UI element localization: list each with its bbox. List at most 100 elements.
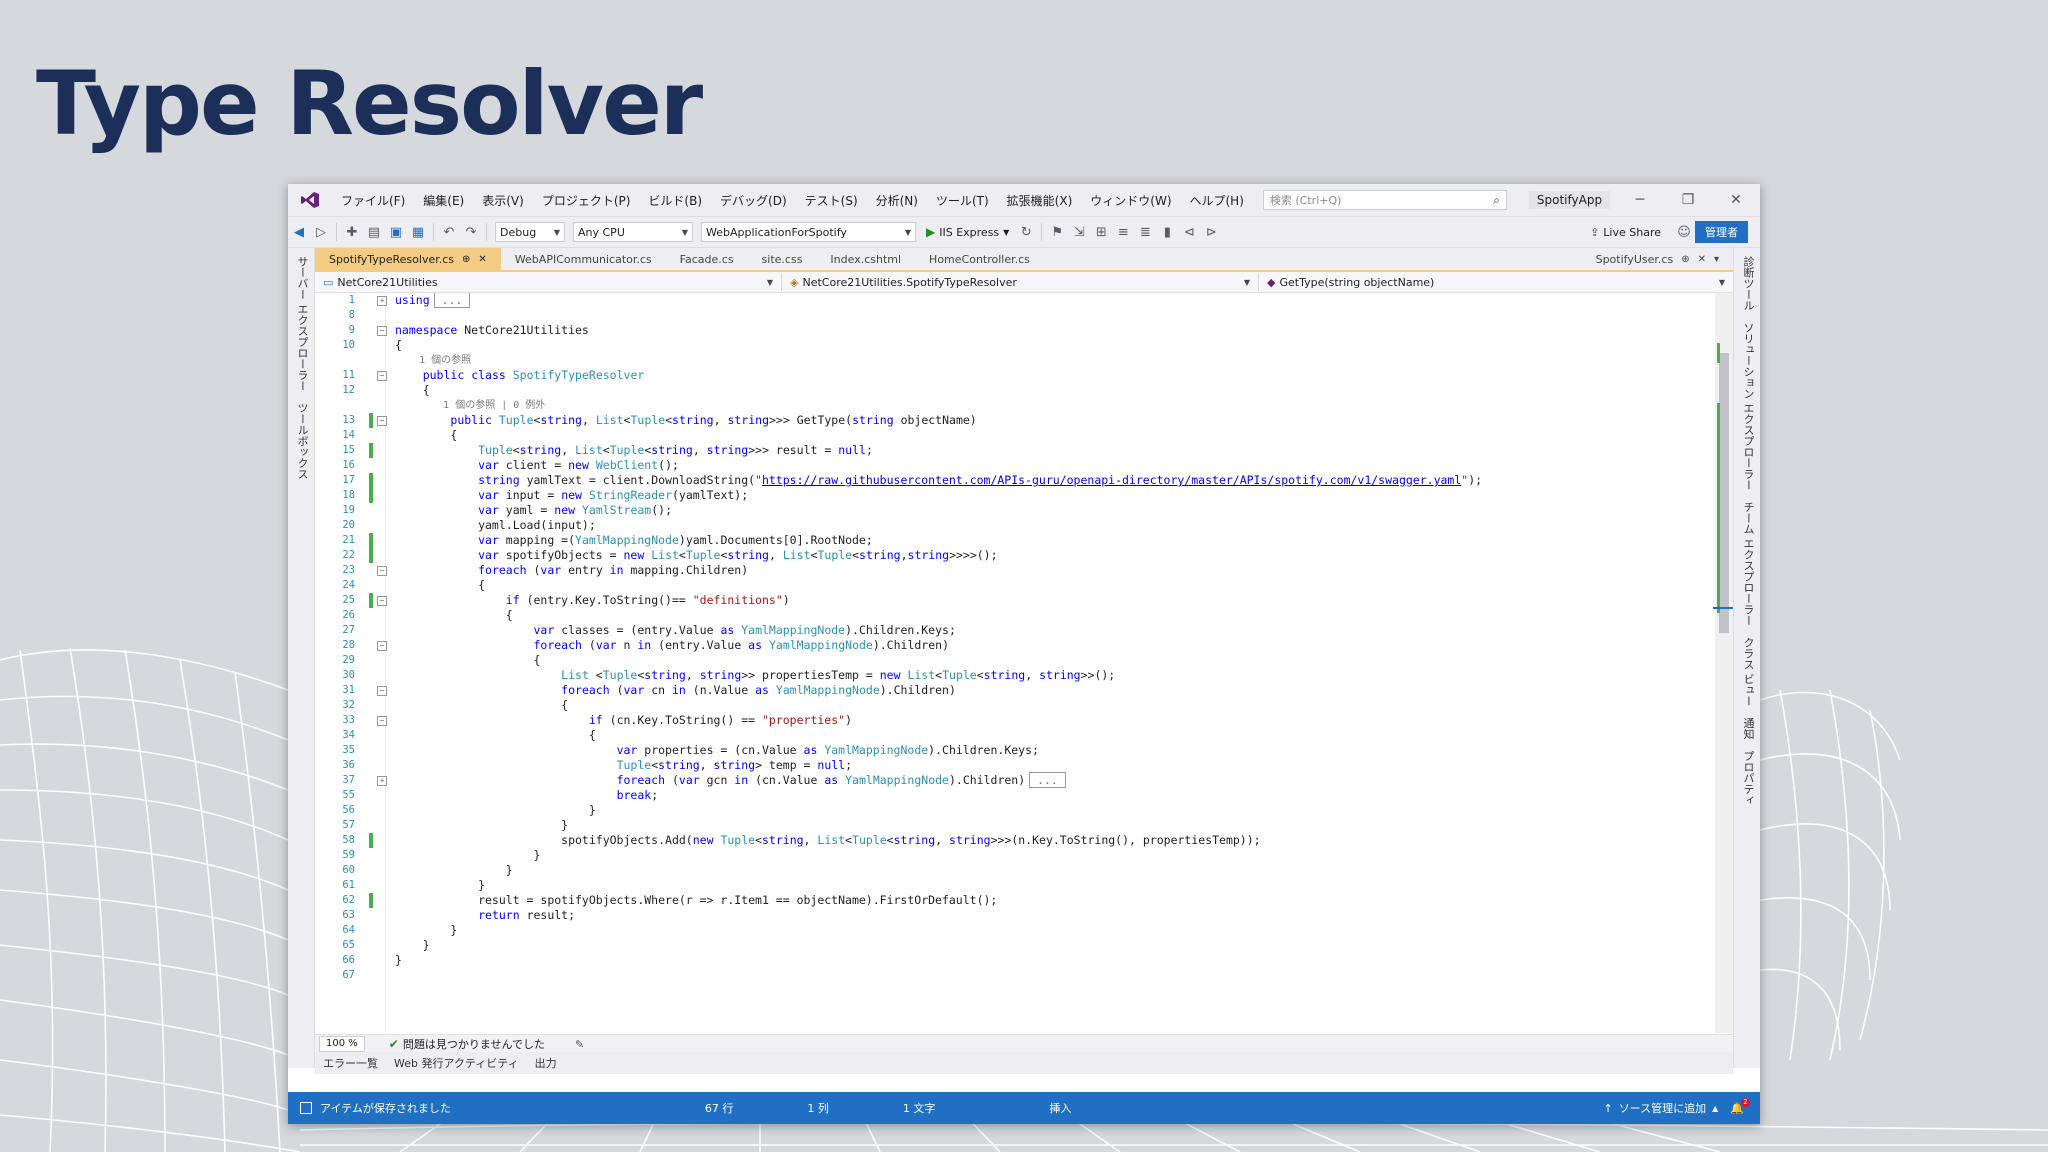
code-line[interactable]: 33 − if (cn.Key.ToString() == "properties… [342,713,1713,728]
step-icon[interactable]: ⇲ [1068,225,1090,240]
menu-item[interactable]: プロジェクト(P) [533,192,640,209]
code-line[interactable]: 37 + foreach (var gcn in (cn.Value as Yam… [342,772,1713,788]
code-editor[interactable]: 1 + using ... 8 9− namespace NetCore21Utilit… [315,293,1733,1033]
startup-project-dropdown[interactable]: WebApplicationForSpotify ▼ [701,222,916,242]
collapse-region-icon[interactable]: − [377,716,387,726]
expand-region-icon[interactable]: + [377,296,387,306]
bottom-tool-tab[interactable]: 出力 [527,1055,565,1071]
layout-icon[interactable]: ⊞ [1090,225,1112,240]
document-tab[interactable]: WebAPICommunicator.cs [501,248,666,270]
bottom-tool-tab[interactable]: Web 発行アクティビティ [386,1055,527,1071]
code-line[interactable]: 9 − namespace NetCore21Utilities [349,323,1713,338]
run-button[interactable]: ▶ IIS Express ▼ [926,225,1009,239]
live-share-button[interactable]: ⇪ Live Share [1590,226,1661,239]
code-line[interactable]: 36 Tuple<string, string> temp = null; [342,758,1713,773]
document-tab[interactable]: Facade.cs [666,248,748,270]
code-line[interactable]: 28 − foreach (var n in (entry.Value as Ya… [342,638,1713,653]
save-icon[interactable]: ▣ [385,225,407,240]
code-line[interactable]: 1 + using ... [349,293,1713,308]
pin-icon[interactable]: ⊕ [1681,254,1689,265]
code-line[interactable]: 1 個の参照 [385,353,1713,368]
code-line[interactable]: 61 } [342,878,1713,893]
zoom-dropdown[interactable]: 100 % [319,1036,365,1052]
right-rail-tabs[interactable]: 診断ツール ソリューション エクスプローラー チーム エクスプローラー クラス … [1734,248,1762,814]
code-line[interactable]: 16 var client = new WebClient(); [342,458,1713,473]
next-bookmark-icon[interactable]: ⊳ [1200,225,1222,240]
issues-text[interactable]: 問題は見つかりませんでした [403,1036,545,1052]
code-line[interactable]: 32 { [342,698,1713,713]
collapsed-region-box[interactable]: ... [433,293,471,308]
brush-icon[interactable]: ✎ [575,1038,584,1051]
code-line[interactable]: 35 var properties = (cn.Value as YamlMap… [342,743,1713,758]
bottom-tool-tab[interactable]: エラー一覧 [315,1055,386,1071]
menu-item[interactable]: ビルド(B) [639,192,711,209]
minimize-button[interactable]: ─ [1616,192,1664,208]
document-tab[interactable]: site.css [748,248,817,270]
tab-list-dropdown-icon[interactable]: ▾ [1714,254,1719,265]
collapse-region-icon[interactable]: − [377,566,387,576]
type-dropdown[interactable]: ◈ NetCore21Utilities.SpotifyTypeResolver… [782,273,1259,291]
code-area[interactable]: 1 + using ... 8 9− namespace NetCore21Utilit… [342,293,1713,1033]
code-line[interactable]: 21 var mapping =(YamlMappingNode)yaml.Do… [342,533,1713,548]
document-tab[interactable]: SpotifyTypeResolver.cs ⊕ ✕ [315,248,501,270]
menu-item[interactable]: デバッグ(D) [711,192,796,209]
document-tab[interactable]: HomeController.cs [915,248,1044,270]
refresh-icon[interactable]: ↻ [1015,225,1037,240]
code-line[interactable]: 17 string yamlText = client.DownloadStri… [342,473,1713,488]
code-line[interactable]: 14 { [342,428,1713,443]
code-line[interactable]: 34 { [342,728,1713,743]
menu-item[interactable]: ツール(T) [927,192,998,209]
close-window-button[interactable]: ✕ [1712,192,1760,208]
collapsed-region-box[interactable]: ... [1029,772,1066,788]
code-line[interactable]: 27 var classes = (entry.Value as YamlMap… [342,623,1713,638]
code-line[interactable]: 23 − foreach (var entry in mapping.Childr… [342,563,1713,578]
prev-bookmark-icon[interactable]: ⊲ [1178,225,1200,240]
code-line[interactable]: 20 yaml.Load(input); [342,518,1713,533]
notifications-bell-icon[interactable]: 🔔 2 [1730,1097,1750,1115]
save-all-icon[interactable]: ▦ [407,225,429,240]
browser-link-icon[interactable]: ⚑ [1046,225,1068,240]
open-folder-icon[interactable]: ▤ [363,225,385,240]
collapse-region-icon[interactable]: − [377,596,387,606]
expand-region-icon[interactable]: + [377,776,387,786]
code-line[interactable]: 65 } [342,938,1713,953]
code-line[interactable]: 67 [342,968,1713,983]
pin-icon[interactable]: ⊕ [462,254,470,265]
vertical-scrollbar[interactable] [1713,293,1733,1033]
undo-icon[interactable]: ↶ [438,225,460,240]
back-icon[interactable]: ◀ [288,225,310,240]
code-line[interactable]: 13 − public Tuple<string, List<Tuple<stri… [342,413,1713,428]
project-dropdown[interactable]: ▭ NetCore21Utilities ▼ [315,273,782,291]
left-rail-tabs[interactable]: サーバー エクスプローラー ツールボックス [288,248,316,488]
feedback-icon[interactable]: ☺ [1673,225,1695,240]
code-line[interactable]: 22 var spotifyObjects = new List<Tuple<s… [342,548,1713,563]
close-tab-icon[interactable]: ✕ [478,254,486,265]
code-line[interactable]: 64 } [342,923,1713,938]
code-line[interactable]: 59 } [342,848,1713,863]
configuration-dropdown[interactable]: Debug ▼ [495,222,565,242]
menu-item[interactable]: テスト(S) [796,192,867,209]
new-project-icon[interactable]: ✚ [341,225,363,240]
menu-item[interactable]: 拡張機能(X) [998,192,1082,209]
code-line[interactable]: 55 break; [342,788,1713,803]
forward-icon[interactable]: ▷ [310,225,332,240]
bookmark-icon[interactable]: ▮ [1156,225,1178,240]
code-line[interactable]: 58 spotifyObjects.Add(new Tuple<string, … [342,833,1713,848]
code-line[interactable]: 1 個の参照 | 0 例外 [385,398,1713,413]
collapse-region-icon[interactable]: − [377,686,387,696]
code-line[interactable]: 25 − if (entry.Key.ToString()== "definiti… [342,593,1713,608]
code-line[interactable]: 26 { [342,608,1713,623]
code-line[interactable]: 29 { [342,653,1713,668]
preview-tab[interactable]: SpotifyUser.cs ⊕ ✕ ▾ [1582,248,1733,270]
code-line[interactable]: 62 result = spotifyObjects.Where(r => r.… [342,893,1713,908]
menu-item[interactable]: 分析(N) [867,192,927,209]
menu-item[interactable]: 表示(V) [473,192,533,209]
code-line[interactable]: 31 − foreach (var cn in (n.Value as YamlM… [342,683,1713,698]
platform-dropdown[interactable]: Any CPU ▼ [573,222,693,242]
source-control-button[interactable]: ↑ ソース管理に追加 ▲ [1591,1100,1730,1116]
collapse-region-icon[interactable]: − [377,326,387,336]
code-line[interactable]: 15 Tuple<string, List<Tuple<string, stri… [342,443,1713,458]
member-dropdown[interactable]: ◆ GetType(string objectName) ▼ [1259,273,1733,291]
code-line[interactable]: 30 List <Tuple<string, string>> properti… [342,668,1713,683]
outdent-icon[interactable]: ≣ [1134,225,1156,240]
